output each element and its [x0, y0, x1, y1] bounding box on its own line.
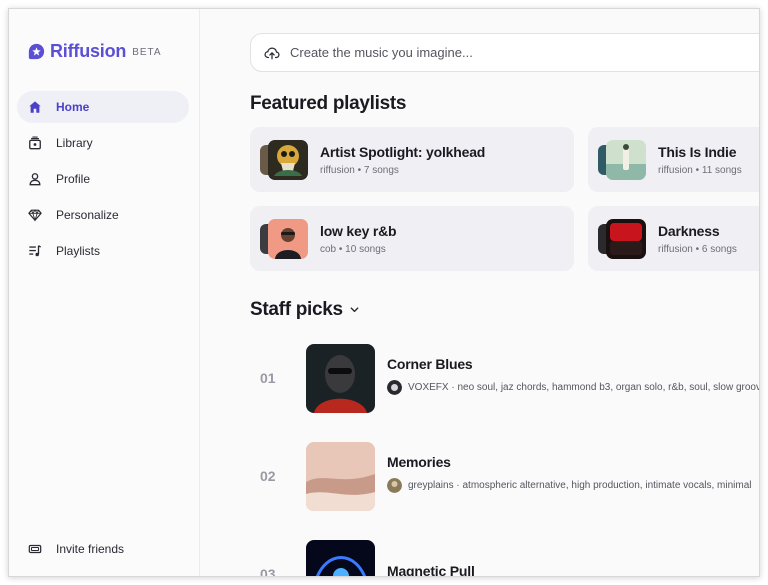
sidebar-item-label: Personalize: [56, 208, 119, 222]
playlist-subtitle: cob • 10 songs: [320, 243, 386, 255]
gem-icon: [28, 208, 42, 222]
profile-icon: [28, 172, 42, 186]
playlist-cover: [606, 139, 646, 180]
app-window: Riffusion BETA Home Library Profile Pers…: [8, 8, 760, 577]
artist-name[interactable]: VOXEFX: [408, 382, 449, 393]
sidebar-item-playlists[interactable]: Playlists: [17, 235, 189, 267]
playlist-cover-stack: [260, 218, 320, 259]
playlist-subtitle: riffusion • 7 songs: [320, 164, 399, 176]
beta-badge: BETA: [132, 47, 162, 58]
sidebar-item-personalize[interactable]: Personalize: [17, 199, 189, 231]
ticket-icon: [28, 542, 42, 556]
riffusion-logo-icon: [28, 43, 45, 60]
sidebar: Riffusion BETA Home Library Profile Pers…: [9, 9, 200, 576]
song-rank: 03: [260, 566, 276, 577]
playlist-cover: [268, 218, 308, 259]
song-title: Memories: [387, 453, 451, 470]
playlist-card[interactable]: low key r&b cob • 10 songs: [250, 206, 574, 271]
library-icon: [28, 136, 42, 150]
cloud-upload-icon[interactable]: [264, 45, 280, 61]
playlist-cover: [268, 139, 308, 180]
meta-separator: ·: [448, 381, 458, 393]
meta-separator: ·: [453, 479, 463, 491]
brand-name: Riffusion: [50, 41, 127, 61]
playlist-cover-stack: [598, 139, 658, 180]
sidebar-item-label: Playlists: [56, 244, 101, 258]
song-tags: neo soul, jaz chords, hammond b3, organ …: [457, 381, 760, 393]
invite-friends-button[interactable]: Invite friends: [28, 542, 124, 556]
song-row[interactable]: 03 Magnetic Pull: [250, 539, 759, 577]
create-music-bar[interactable]: [250, 33, 759, 72]
featured-playlists-heading: Featured playlists: [250, 93, 407, 114]
playlist-card[interactable]: This Is Indie riffusion • 11 songs: [588, 127, 759, 192]
sidebar-item-profile[interactable]: Profile: [17, 163, 189, 195]
playlist-title: This Is Indie: [658, 143, 737, 160]
invite-friends-label: Invite friends: [56, 542, 125, 556]
playlist-cover: [606, 218, 646, 259]
staff-picks-heading[interactable]: Staff picks: [250, 299, 360, 321]
sidebar-item-library[interactable]: Library: [17, 127, 189, 159]
song-row[interactable]: 02 Memories greyplains · atmospheric alt…: [250, 441, 759, 511]
artist-name[interactable]: greyplains: [408, 480, 454, 491]
song-tags: atmospheric alternative, high production…: [462, 479, 752, 491]
playlists-icon: [28, 244, 42, 258]
sidebar-item-home[interactable]: Home: [17, 91, 189, 123]
main-content: Featured playlists Artist Spotlight: yol…: [201, 9, 759, 576]
song-title: Magnetic Pull: [387, 563, 475, 577]
song-row[interactable]: 01 Corner Blues VOXEFX · neo soul, jaz c…: [250, 343, 760, 413]
song-title: Corner Blues: [387, 355, 473, 372]
home-icon: [28, 100, 42, 114]
song-cover: [306, 539, 375, 576]
artist-avatar[interactable]: [387, 379, 402, 395]
playlist-title: Darkness: [658, 222, 720, 239]
song-rank: 02: [260, 468, 276, 484]
chevron-down-icon: [349, 299, 360, 321]
playlist-card[interactable]: Artist Spotlight: yolkhead riffusion • 7…: [250, 127, 574, 192]
song-cover: [306, 343, 375, 413]
create-music-input[interactable]: [290, 45, 690, 60]
song-cover: [306, 441, 375, 511]
playlist-subtitle: riffusion • 11 songs: [658, 164, 742, 176]
artist-avatar[interactable]: [387, 477, 402, 493]
playlist-cover-stack: [260, 139, 320, 180]
sidebar-item-label: Library: [56, 136, 93, 150]
staff-picks-title: Staff picks: [250, 299, 343, 321]
song-rank: 01: [260, 370, 276, 386]
playlist-cover-stack: [598, 218, 658, 259]
playlist-title: Artist Spotlight: yolkhead: [320, 143, 486, 160]
sidebar-item-label: Home: [56, 100, 90, 114]
playlist-card[interactable]: Darkness riffusion • 6 songs: [588, 206, 759, 271]
playlist-title: low key r&b: [320, 222, 397, 239]
playlist-subtitle: riffusion • 6 songs: [658, 243, 737, 255]
brand[interactable]: Riffusion BETA: [28, 41, 162, 62]
sidebar-item-label: Profile: [56, 172, 91, 186]
sidebar-nav: Home Library Profile Personalize Playlis…: [17, 91, 189, 271]
